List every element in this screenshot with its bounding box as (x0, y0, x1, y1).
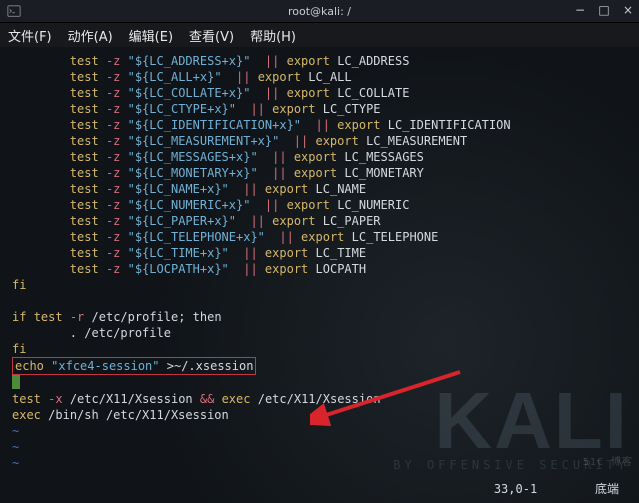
cursor-position: 33,0-1 (494, 482, 537, 496)
terminal-window: root@kali: / − □ × 文件(F) 动作(A) 编辑(E) 查看(… (0, 0, 639, 503)
watermark-corner: 51C 博客 (583, 455, 633, 471)
menu-file[interactable]: 文件(F) (8, 26, 52, 45)
editor-content[interactable]: test -z "${LC_ADDRESS+x}" || export LC_A… (12, 53, 631, 471)
maximize-button[interactable]: □ (597, 4, 611, 16)
cursor (12, 375, 20, 389)
close-button[interactable]: × (621, 4, 635, 16)
menu-action[interactable]: 动作(A) (68, 26, 113, 45)
terminal-icon (6, 3, 22, 19)
status-line: 33,0-1 底端 (494, 481, 619, 497)
status-label: 底端 (595, 482, 619, 496)
terminal-body[interactable]: KALI BY OFFENSIVE SECURITY test -z "${LC… (0, 47, 639, 503)
menu-edit[interactable]: 编辑(E) (129, 26, 173, 45)
menubar: 文件(F) 动作(A) 编辑(E) 查看(V) 帮助(H) (0, 23, 639, 47)
menu-help[interactable]: 帮助(H) (250, 26, 296, 45)
minimize-button[interactable]: − (573, 4, 587, 16)
window-controls: − □ × (573, 4, 635, 16)
window-title: root@kali: / (288, 5, 351, 18)
menu-view[interactable]: 查看(V) (189, 26, 234, 45)
titlebar[interactable]: root@kali: / − □ × (0, 0, 639, 23)
